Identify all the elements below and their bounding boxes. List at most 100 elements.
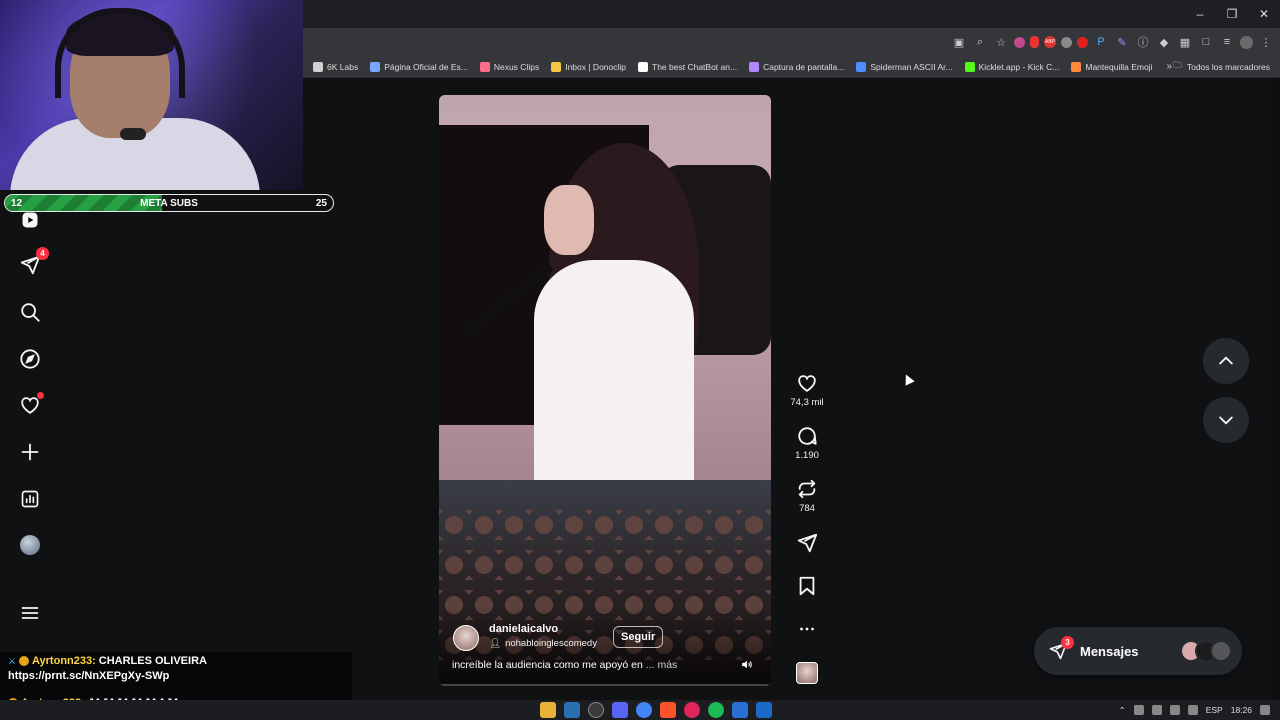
- search-icon[interactable]: [18, 300, 42, 324]
- messages-badge: 3: [1061, 636, 1074, 649]
- reel-caption[interactable]: increíble la audiencia como me apoyó en …: [452, 659, 677, 671]
- bookmark[interactable]: Captura de pantalla...: [749, 61, 844, 72]
- dashboard-icon[interactable]: [18, 487, 42, 511]
- author-username[interactable]: danielaicalvo: [489, 623, 558, 635]
- subs-goal-label: META SUBS: [140, 197, 198, 209]
- folder-icon: 🗀: [1173, 59, 1182, 70]
- bookmark-label: Spiderman ASCII Ar...: [870, 61, 953, 72]
- caption-more-link[interactable]: ... más: [646, 659, 678, 671]
- translate-icon[interactable]: Ρ: [1093, 34, 1109, 50]
- extension-icon[interactable]: [1077, 36, 1088, 48]
- extension-icon[interactable]: [1030, 36, 1039, 48]
- direct-messages-icon[interactable]: 4: [18, 247, 49, 277]
- profile-icon[interactable]: [1240, 35, 1253, 49]
- bookmarks-overflow-button[interactable]: »: [1166, 61, 1172, 72]
- install-app-icon[interactable]: ▣: [951, 34, 967, 50]
- profile-nav-item[interactable]: [18, 533, 42, 557]
- microphone-icon[interactable]: [1133, 705, 1144, 715]
- bookmark-star-icon[interactable]: ☆: [993, 34, 1009, 50]
- notifications-heart-icon[interactable]: [18, 392, 44, 417]
- video-frame-stage: [439, 95, 771, 490]
- info-icon[interactable]: ⓘ: [1135, 34, 1151, 50]
- volume-icon[interactable]: [1187, 705, 1198, 715]
- messages-label: Mensajes: [1080, 643, 1139, 659]
- chat-text: https://prnt.sc/NnXEPgXy-SWp: [8, 670, 170, 682]
- input-language[interactable]: ESP: [1206, 705, 1223, 715]
- performer-body: [534, 260, 694, 490]
- collab-account[interactable]: 👤︎ nohabloinglescomedy: [489, 638, 597, 649]
- steam-icon[interactable]: [564, 702, 580, 718]
- explore-compass-icon[interactable]: [18, 347, 42, 371]
- subscriber-badge-icon: [19, 656, 29, 666]
- all-bookmarks-folder[interactable]: 🗀 Todos los marcadores: [1173, 60, 1270, 74]
- taskbar-apps: [540, 702, 772, 718]
- bookmark[interactable]: The best ChatBot an...: [638, 61, 738, 72]
- bookmark-label: The best ChatBot an...: [652, 61, 738, 72]
- more-dots-icon: [800, 627, 814, 631]
- extension-icon[interactable]: ▦: [1177, 34, 1193, 50]
- extension-icon[interactable]: [1014, 36, 1025, 48]
- bookmark[interactable]: Nexus Clips: [479, 61, 539, 72]
- bookmark-favicon-icon: [964, 61, 975, 72]
- more-options-button[interactable]: [786, 618, 828, 640]
- messages-button[interactable]: 3 Mensajes: [1034, 627, 1242, 675]
- app-icon[interactable]: [732, 702, 748, 718]
- windows-taskbar: ⌃ ESP 18:26: [0, 700, 1280, 720]
- extension-icon[interactable]: ◆: [1156, 34, 1172, 50]
- notification-dot: [37, 392, 44, 399]
- close-icon[interactable]: ✕: [1248, 0, 1280, 28]
- bookmark[interactable]: Kicklet.app - Kick C...: [964, 61, 1059, 72]
- steam-icon[interactable]: [756, 702, 772, 718]
- repost-button[interactable]: 784: [786, 478, 828, 514]
- video-progress[interactable]: [439, 684, 771, 686]
- all-bookmarks-label: Todos los marcadores: [1186, 61, 1270, 72]
- create-plus-icon[interactable]: [18, 440, 42, 464]
- media-control-icon[interactable]: ≡: [1219, 34, 1235, 50]
- notifications-icon[interactable]: [1260, 705, 1270, 715]
- discord-icon[interactable]: [612, 702, 628, 718]
- brave-icon[interactable]: [660, 702, 676, 718]
- save-button[interactable]: [786, 575, 828, 597]
- file-explorer-icon[interactable]: [540, 702, 556, 718]
- original-audio-thumbnail[interactable]: [796, 662, 818, 684]
- heart-icon: [798, 375, 816, 392]
- comment-button[interactable]: 1.190: [786, 425, 828, 461]
- chrome-icon[interactable]: [636, 702, 652, 718]
- reel-video[interactable]: danielaicalvo 👤︎ nohabloinglescomedy Seg…: [439, 95, 771, 686]
- next-reel-button[interactable]: [1203, 397, 1249, 443]
- bookmark[interactable]: Inbox | Donoclip: [551, 61, 626, 72]
- minimize-icon[interactable]: –: [1184, 0, 1216, 28]
- puzzle-icon[interactable]: □: [1198, 34, 1214, 50]
- bookmark[interactable]: Página Oficial de Es...: [370, 61, 468, 72]
- tray-chevron-icon[interactable]: ⌃: [1119, 705, 1126, 716]
- pen-icon[interactable]: ✎: [1114, 34, 1130, 50]
- subs-target: 25: [315, 197, 327, 209]
- extension-icon[interactable]: [1061, 36, 1072, 48]
- browser-toolbar: ▣ ⌕ ☆ ABP Ρ ✎ ⓘ ◆ ▦ □ ≡ ⋮: [303, 28, 1280, 56]
- chat-message: https://prnt.sc/NnXEPgXy-SWp: [8, 670, 169, 682]
- audience-row: [439, 550, 771, 580]
- like-button[interactable]: 74,3 mil: [786, 372, 828, 408]
- follow-button[interactable]: Seguir: [613, 626, 664, 648]
- bookmark[interactable]: Mantequilla Emoji: [1071, 61, 1152, 72]
- restore-icon[interactable]: ❐: [1216, 0, 1248, 28]
- spotify-icon[interactable]: [708, 702, 724, 718]
- display-icon[interactable]: [1169, 705, 1180, 715]
- previous-reel-button[interactable]: [1203, 338, 1249, 384]
- caption-text: increíble la audiencia como me apoyó en: [452, 659, 643, 671]
- page-scrollbar[interactable]: [1270, 78, 1280, 700]
- clock[interactable]: 18:26: [1231, 705, 1252, 715]
- audio-toggle-icon[interactable]: [737, 655, 755, 673]
- bookmark[interactable]: Spiderman ASCII Ar...: [856, 61, 953, 72]
- app-icon[interactable]: [588, 702, 604, 718]
- menu-dots-icon[interactable]: ⋮: [1258, 34, 1274, 50]
- adblock-icon[interactable]: ABP: [1044, 36, 1056, 48]
- more-menu-icon[interactable]: [18, 601, 42, 625]
- media-player-icon[interactable]: [684, 702, 700, 718]
- author-avatar[interactable]: [453, 625, 479, 651]
- network-icon[interactable]: [1151, 705, 1162, 715]
- bookmark[interactable]: 6K Labs: [313, 61, 358, 72]
- zoom-icon[interactable]: ⌕: [972, 34, 988, 50]
- share-button[interactable]: [786, 532, 828, 554]
- bookmark-favicon-icon: [370, 61, 381, 72]
